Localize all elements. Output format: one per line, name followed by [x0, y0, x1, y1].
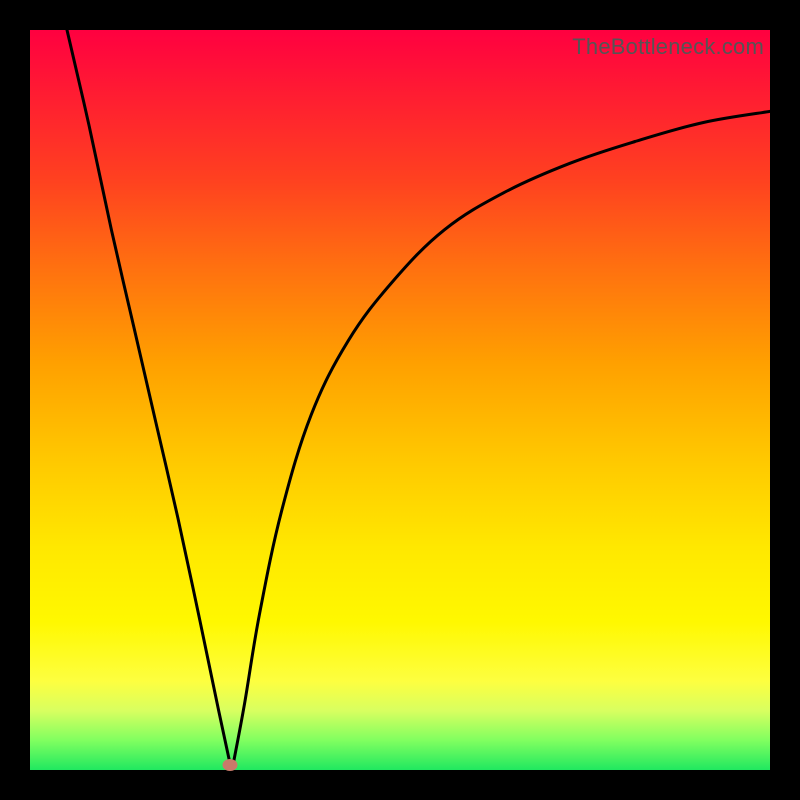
- curve-left-branch: [67, 30, 230, 763]
- chart-frame: TheBottleneck.com: [0, 0, 800, 800]
- curve-layer: [30, 30, 770, 770]
- curve-right-branch: [234, 111, 771, 762]
- minimum-marker: [222, 759, 237, 771]
- plot-area: TheBottleneck.com: [30, 30, 770, 770]
